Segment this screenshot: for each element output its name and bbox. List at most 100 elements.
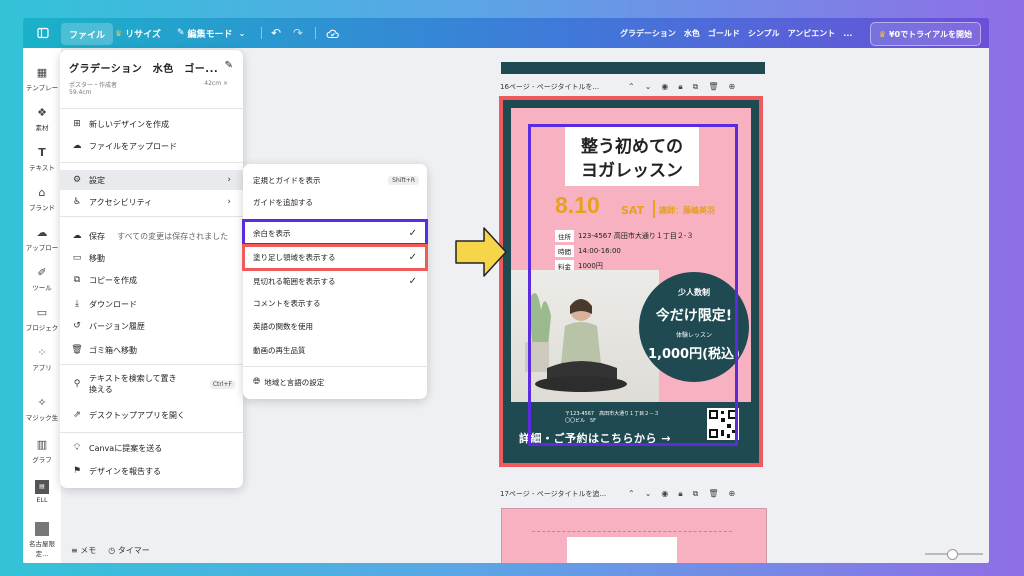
page-17-preview[interactable] — [501, 508, 767, 563]
rail-item-tools[interactable]: ✐ ツール — [23, 266, 61, 292]
move-item[interactable]: ▭ 移動 — [60, 248, 243, 268]
timer-button[interactable]: ◷ タイマー — [108, 545, 150, 556]
sidebar-toggle-icon[interactable] — [37, 18, 49, 48]
save-item[interactable]: ☁ 保存 すべての変更は保存されました — [60, 226, 243, 246]
chevron-up-icon[interactable]: ⌃ — [628, 82, 635, 92]
divider — [60, 364, 243, 365]
chevron-up-icon[interactable]: ⌃ — [628, 489, 635, 499]
margin-guide — [532, 531, 732, 532]
document-title[interactable]: グラデーション 水色 ゴールド シンプル アンビエント ... — [620, 18, 852, 48]
show-rulers-item[interactable]: 定規とガイドを表示 Shift+R — [243, 170, 427, 190]
shortcut-badge: Shift+R — [388, 175, 419, 185]
rail-item-ell[interactable]: ▤ ELL — [23, 480, 61, 504]
notes-button[interactable]: ≡ メモ — [71, 545, 96, 556]
show-comments-item[interactable]: コメントを表示する — [243, 293, 427, 313]
folder-icon — [35, 522, 49, 536]
version-history-item[interactable]: ↺ バージョン履歴 — [60, 316, 243, 336]
page-title[interactable]: 17ページ - ページタイトルを追... — [500, 489, 606, 499]
pencil-icon: ✎ — [177, 28, 185, 38]
accessibility-icon: ♿︎ — [72, 197, 82, 207]
zoom-slider-knob[interactable] — [947, 549, 958, 560]
chevron-down-icon[interactable]: ⌄ — [645, 82, 652, 92]
chevron-down-icon: ⌄ — [238, 28, 246, 38]
pencil-icon[interactable]: ✎ — [225, 60, 233, 71]
divider — [243, 366, 427, 367]
download-item[interactable]: ⤓ ダウンロード — [60, 294, 243, 314]
open-desktop-app-item[interactable]: ⇗ デスクトップアプリを開く — [60, 405, 243, 425]
menu-design-title[interactable]: グラデーション 水色 ゴー... — [69, 60, 218, 75]
hide-icon[interactable]: ◉ — [661, 489, 668, 499]
file-menu: グラデーション 水色 ゴー... ✎ ポスター・作成者 42cm × 59.4cm… — [60, 50, 243, 488]
duplicate-icon[interactable]: ⧉ — [693, 82, 699, 92]
region-language-item[interactable]: 🌐︎ 地域と言語の設定 — [243, 372, 427, 392]
chevron-down-icon[interactable]: ⌄ — [645, 489, 652, 499]
top-toolbar: ファイル ♛ リサイズ ✎ 編集モード ⌄ ↶ ↷ グラデーション 水色 ゴールド シ… — [23, 18, 989, 48]
cloud-upload-icon: ☁ — [72, 141, 82, 151]
upload-file-item[interactable]: ☁ ファイルをアップロード — [60, 136, 243, 156]
search-icon: ⚲ — [73, 379, 81, 389]
rail-item-elements[interactable]: ❖ 素材 — [23, 106, 61, 132]
hide-icon[interactable]: ◉ — [661, 82, 668, 92]
cloud-check-icon: ☁ — [72, 231, 82, 241]
page-16-header: 16ページ - ページタイトルを... ⌃ ⌄ ◉ 🔒︎ ⧉ 🗑︎ ⊕ — [500, 81, 735, 93]
add-page-icon[interactable]: ⊕ — [729, 489, 736, 499]
copy-item[interactable]: ⧉ コピーを作成 — [60, 270, 243, 290]
plus-icon: ⊞ — [73, 119, 81, 129]
rail-item-folder[interactable]: 名古屋限定... — [23, 522, 61, 558]
duplicate-icon[interactable]: ⧉ — [693, 489, 699, 499]
resize-button[interactable]: ♛ リサイズ — [115, 18, 161, 48]
crown-icon: ♛ — [115, 28, 123, 38]
find-replace-item[interactable]: ⚲ テキストを検索して置き 換える Ctrl+F — [60, 370, 243, 398]
report-item[interactable]: ⚑ デザインを報告する — [60, 461, 243, 481]
left-rail: ▦ テンプレー ❖ 素材 T テキスト ⌂ ブランド ☁ アップロー ✐ ツール ▭ プロジェ… — [23, 48, 61, 563]
copy-icon: ⧉ — [73, 275, 81, 285]
undo-icon[interactable]: ↶ — [271, 18, 281, 48]
external-link-icon: ⇗ — [73, 410, 81, 420]
rail-item-chart[interactable]: ▥ グラフ — [23, 438, 61, 464]
projects-icon: ▭ — [36, 306, 48, 319]
settings-item[interactable]: ⚙ 設定 › — [60, 170, 243, 190]
accessibility-item[interactable]: ♿︎ アクセシビリティ › — [60, 192, 243, 212]
timer-icon: ◷ — [108, 546, 116, 555]
english-functions-item[interactable]: 英語の関数を使用 — [243, 316, 427, 336]
rail-item-text[interactable]: T テキスト — [23, 146, 61, 172]
crown-icon: ♛ — [878, 29, 886, 39]
new-design-item[interactable]: ⊞ 新しいデザインを作成 — [60, 114, 243, 134]
delete-icon[interactable]: 🗑︎ — [708, 82, 718, 92]
bottom-bar: ≡ メモ ◷ タイマー — [71, 545, 150, 556]
rail-item-upload[interactable]: ☁ アップロー — [23, 226, 61, 252]
rail-item-template[interactable]: ▦ テンプレー — [23, 66, 61, 92]
suggest-item[interactable]: 💡︎ Canvaに提案を送る — [60, 438, 243, 458]
start-trial-button[interactable]: ♛ ¥0でトライアルを開始 — [869, 22, 981, 46]
rail-item-projects[interactable]: ▭ プロジェク — [23, 306, 61, 332]
add-guide-item[interactable]: ガイドを追加する — [243, 192, 427, 212]
chevron-right-icon: › — [227, 197, 231, 207]
lightbulb-icon: 💡︎ — [73, 443, 81, 453]
add-page-icon[interactable]: ⊕ — [729, 82, 736, 92]
page-title[interactable]: 16ページ - ページタイトルを... — [500, 82, 599, 92]
chevron-right-icon: › — [227, 175, 231, 185]
zoom-slider[interactable] — [925, 549, 983, 560]
margin-guide-outline — [528, 124, 738, 446]
redo-icon[interactable]: ↷ — [293, 18, 303, 48]
notes-icon: ≡ — [71, 546, 78, 555]
divider — [60, 432, 243, 433]
rail-item-apps[interactable]: ⁘ アプリ — [23, 346, 61, 372]
app-window: ファイル ♛ リサイズ ✎ 編集モード ⌄ ↶ ↷ グラデーション 水色 ゴールド シ… — [23, 18, 989, 563]
template-icon: ▦ — [36, 66, 48, 79]
lock-icon[interactable]: 🔒︎ — [678, 489, 682, 499]
previous-page-edge — [501, 62, 765, 74]
trash-icon: 🗑︎ — [71, 345, 83, 355]
ell-icon: ▤ — [35, 480, 49, 494]
file-menu-button[interactable]: ファイル — [61, 23, 114, 45]
trash-item[interactable]: 🗑︎ ゴミ箱へ移動 — [60, 340, 243, 360]
lock-icon[interactable]: 🔒︎ — [678, 82, 682, 92]
video-quality-item[interactable]: 動画の再生品質 — [243, 340, 427, 360]
rail-item-brand[interactable]: ⌂ ブランド — [23, 186, 61, 212]
page-17-header: 17ページ - ページタイトルを追... ⌃ ⌄ ◉ 🔒︎ ⧉ 🗑︎ ⊕ — [500, 488, 735, 500]
cloud-save-icon[interactable] — [326, 18, 339, 48]
rail-item-magic[interactable]: ✧ マジック生 — [23, 396, 61, 422]
delete-icon[interactable]: 🗑︎ — [708, 489, 718, 499]
show-cut-area-item[interactable]: 見切れる範囲を表示する ✓ — [243, 271, 427, 291]
edit-mode-button[interactable]: ✎ 編集モード ⌄ — [177, 18, 245, 48]
